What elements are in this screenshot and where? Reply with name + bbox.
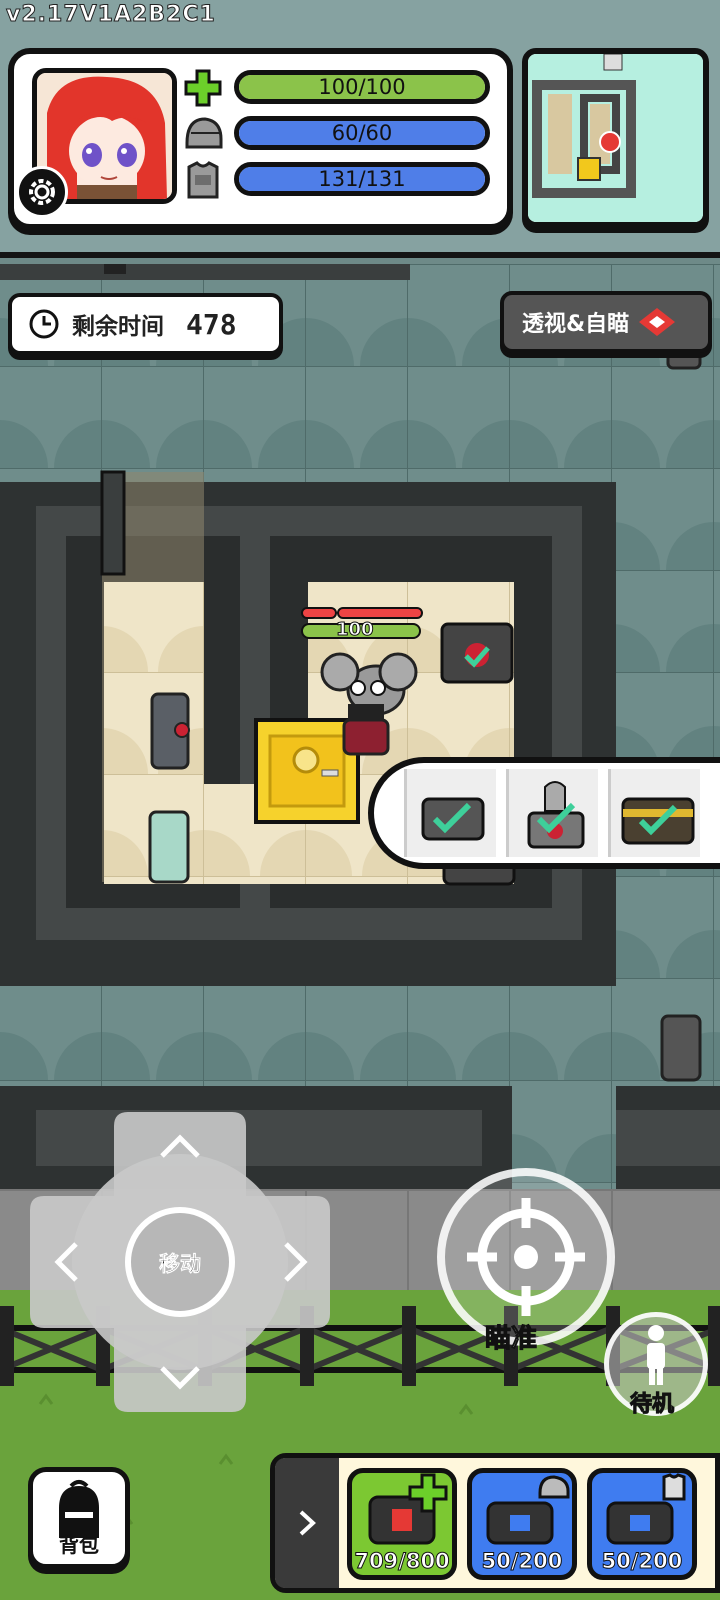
helmet-value: 60/60 — [331, 121, 393, 145]
xray-autoaim-label: 透视&自瞄 — [522, 312, 630, 337]
loot-slot-crate[interactable] — [404, 769, 496, 857]
crosshair-icon — [467, 1198, 585, 1316]
unicorn-box-checked-icon — [527, 781, 585, 849]
expand-arrow-button[interactable] — [275, 1458, 339, 1588]
health-bar: 100/100 — [234, 70, 490, 104]
timer-label: 剩余时间 — [72, 314, 164, 340]
chevron-right-icon — [299, 1510, 316, 1536]
quick-slot-helmet-kit[interactable]: 50/200 — [467, 1468, 577, 1580]
movement-dpad[interactable]: 移动 — [24, 1106, 336, 1418]
loot-slot-treasure-chest[interactable] — [608, 769, 700, 857]
standing-person-icon — [647, 1325, 665, 1385]
red-diamond-icon — [639, 308, 676, 336]
armor-bag-icon — [606, 1473, 686, 1545]
version-label: v2.17V1A2B2C1 — [6, 2, 216, 28]
helmet-kit-count: 50/200 — [481, 1549, 563, 1574]
health-plus-icon — [182, 68, 224, 108]
medkit-bag-icon — [368, 1473, 448, 1545]
armor-kit-count: 50/200 — [601, 1549, 683, 1574]
clock-icon — [29, 309, 59, 339]
quick-slot-armor-kit[interactable]: 50/200 — [587, 1468, 697, 1580]
dpad-label: 移动 — [159, 1252, 202, 1277]
armor-vest-icon — [182, 160, 224, 200]
xray-autoaim-button[interactable]: 透视&自瞄 — [500, 291, 712, 353]
player-hp-label: 100 — [336, 619, 375, 641]
backpack-label: 背包 — [59, 1533, 99, 1557]
armor-value: 131/131 — [318, 167, 406, 191]
minimap[interactable] — [522, 48, 709, 228]
medkit-count: 709/800 — [354, 1549, 450, 1574]
quick-item-bar: 709/800 50/200 50/200 — [270, 1453, 720, 1593]
crate-checked-icon — [421, 797, 485, 841]
helmet-bag-icon — [486, 1475, 570, 1545]
top-hud: v2.17V1A2B2C1 100/100 60/60 131/131 — [0, 0, 720, 258]
health-value: 100/100 — [318, 75, 406, 99]
player-status-panel: 100/100 60/60 131/131 — [8, 48, 513, 230]
armor-bar: 131/131 — [234, 162, 490, 196]
loot-slot-unicorn-box[interactable] — [506, 769, 598, 857]
nearby-loot-strip — [368, 757, 720, 869]
helmet-icon — [182, 114, 224, 154]
quick-slot-medkit[interactable]: 709/800 — [347, 1468, 457, 1580]
timer-value: 478 — [186, 307, 237, 341]
backpack-button[interactable]: 背包 — [28, 1467, 130, 1569]
aim-label: 瞄准 — [484, 1324, 538, 1355]
remaining-time-panel: 剩余时间 478 — [8, 293, 283, 355]
settings-gear-icon[interactable] — [16, 166, 68, 218]
helmet-bar: 60/60 — [234, 116, 490, 150]
treasure-chest-checked-icon — [621, 797, 695, 845]
idle-label: 待机 — [629, 1392, 675, 1418]
